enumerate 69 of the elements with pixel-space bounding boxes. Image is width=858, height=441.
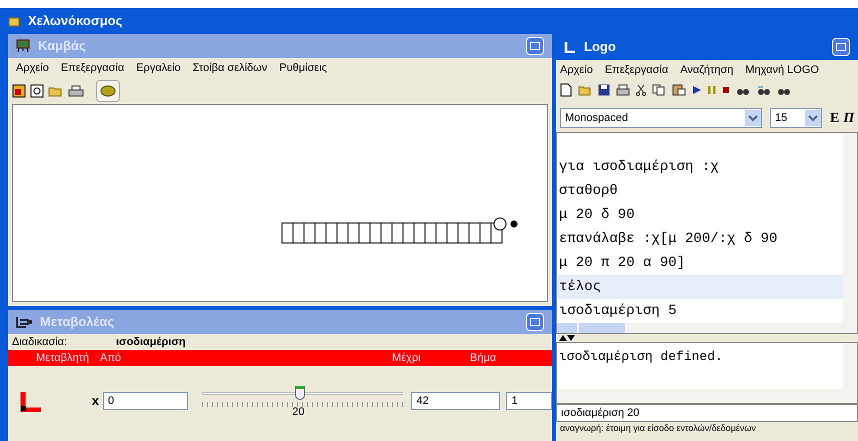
menu-item[interactable]: Στοίβα σελίδων	[192, 60, 268, 76]
easel-icon	[16, 39, 30, 53]
style-button[interactable]: Π	[843, 108, 854, 128]
column-header: Μεταβλητή	[36, 350, 90, 366]
menu-item[interactable]: Εργαλείο	[136, 60, 181, 76]
copy-icon	[652, 84, 666, 96]
variator-icon	[16, 316, 32, 328]
maximize-icon	[530, 42, 540, 50]
menu-item[interactable]: Επεξεργασία	[604, 62, 668, 78]
maximize-icon	[530, 318, 540, 326]
column-header: Βήμα	[470, 350, 496, 366]
maximize-button[interactable]	[832, 38, 850, 56]
column-header: Από	[100, 350, 122, 366]
from-field[interactable]: 0	[102, 392, 188, 410]
menu-item[interactable]: Μηχανή LOGO	[745, 62, 819, 78]
play-icon	[692, 85, 702, 95]
cut-icon	[636, 84, 646, 96]
output-line: ισοδιαμέριση defined.	[559, 348, 724, 366]
menu-item[interactable]: Επεξεργασία	[60, 60, 124, 76]
code-line: μ 20 δ 90	[558, 206, 636, 225]
code-line: ισοδιαμέριση 5	[558, 302, 678, 321]
menu-item[interactable]: Αρχείο	[16, 60, 49, 76]
font-dropdown[interactable]: Monospaced	[560, 108, 762, 128]
page-icon	[30, 84, 44, 98]
panel-title: Καμβάς	[38, 37, 86, 56]
paste-icon	[672, 84, 686, 96]
folder-open-icon	[578, 84, 592, 96]
logo-letter-icon	[564, 41, 576, 53]
code-line: σταθορθ	[558, 182, 619, 201]
menu-item[interactable]: Ρυθμίσεις	[279, 60, 327, 76]
printer-icon	[68, 84, 84, 98]
printer-icon	[616, 84, 630, 96]
maximize-icon	[836, 43, 846, 51]
to-field[interactable]: 42	[411, 392, 500, 410]
stop-icon	[722, 86, 730, 94]
command-input[interactable]: ισοδιαμέριση 20	[556, 404, 858, 422]
maximize-button[interactable]	[526, 37, 544, 55]
status-text: αναγνωρή: έτοιμη για είσοδο εντολών/δεδομένων	[559, 422, 757, 434]
horizontal-scrollbar[interactable]	[557, 389, 858, 403]
column-header: Μέχρι	[392, 350, 421, 366]
panel-title: Logo	[584, 38, 616, 56]
style-button[interactable]: Ε	[830, 108, 840, 128]
horizontal-scrollbar[interactable]	[557, 323, 858, 333]
slider-value: 20	[292, 405, 305, 420]
font-size-dropdown[interactable]: 15	[770, 108, 822, 128]
procedure-name: ισοδιαμέριση	[116, 334, 186, 350]
menu-item[interactable]: Αρχείο	[560, 62, 593, 78]
menu-item[interactable]: Αναζήτηση	[680, 62, 734, 78]
step-field[interactable]: 1	[506, 392, 552, 410]
new-page-icon	[12, 84, 26, 98]
panel-title: Μεταβολέας	[40, 313, 114, 332]
splitter-arrows-icon[interactable]	[558, 335, 576, 341]
maximize-button[interactable]	[526, 313, 544, 331]
vertical-scrollbar[interactable]	[843, 343, 858, 389]
save-icon	[598, 84, 610, 96]
code-line: για ισοδιαμέριση :χ	[558, 158, 720, 177]
folder-icon	[8, 15, 20, 27]
turtle-button[interactable]	[96, 80, 120, 102]
turtle-heading-icon	[20, 390, 42, 412]
new-file-icon	[560, 83, 572, 97]
variable-name: x	[92, 392, 99, 410]
pause-icon	[708, 85, 716, 95]
code-line: επανάλαβε :χ[μ 200/:χ δ 90	[558, 230, 778, 249]
slider[interactable]: 20	[202, 384, 404, 418]
window-title: Χελωνόκοσμος	[28, 12, 122, 30]
code-line: μ 20 π 20 α 90]	[558, 254, 686, 273]
vertical-scrollbar[interactable]	[843, 133, 858, 323]
procedure-label: Διαδικασία:	[12, 334, 68, 350]
slider-thumb[interactable]	[295, 386, 306, 400]
